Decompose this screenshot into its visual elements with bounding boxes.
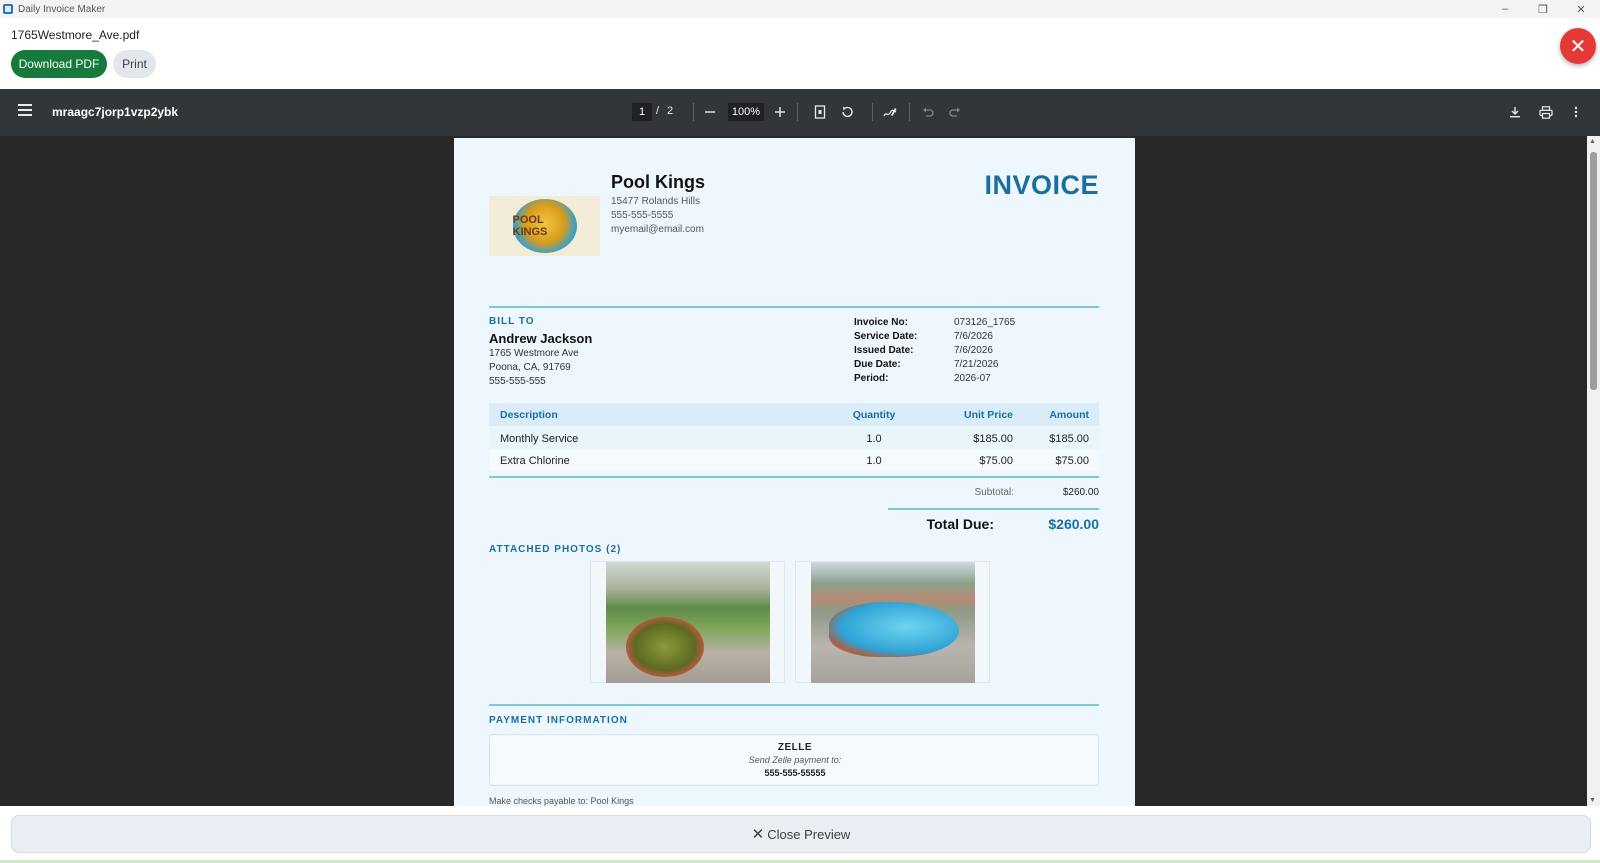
pdf-document-name: mraagc7jorp1vzp2ybk — [52, 105, 179, 119]
invoice-title: INVOICE — [984, 170, 1099, 200]
col-description: Description — [500, 408, 558, 421]
client-address-line1: 1765 Westmore Ave — [489, 348, 579, 359]
app-icon — [3, 4, 13, 14]
business-phone: 555-555-5555 — [611, 210, 674, 221]
scroll-thumb[interactable] — [1590, 152, 1597, 390]
close-icon[interactable]: ✕ — [1560, 28, 1596, 64]
undo-icon[interactable] — [917, 101, 939, 123]
invoice-number-value: 073126_1765 — [954, 317, 1016, 328]
invoice-page: POOL KINGS Pool Kings 15477 Rolands Hill… — [454, 138, 1135, 806]
more-icon[interactable] — [1565, 101, 1587, 123]
payment-info-label: PAYMENT INFORMATION — [489, 715, 628, 726]
pool-photo — [811, 562, 975, 683]
due-date-value: 7/21/2026 — [954, 359, 999, 370]
download-icon[interactable] — [1504, 101, 1526, 123]
line-items-header: Description Quantity Unit Price Amount — [489, 403, 1099, 426]
pool-photo — [606, 562, 770, 683]
issued-date-label: Issued Date: — [854, 345, 914, 356]
payment-number: 555-555-55555 — [764, 768, 826, 778]
scroll-up-icon[interactable]: ▲ — [1589, 138, 1596, 145]
item-quantity: 1.0 — [866, 432, 882, 445]
item-amount: $185.00 — [1049, 432, 1089, 445]
window-close-button[interactable]: ✕ — [1562, 0, 1600, 18]
client-name: Andrew Jackson — [489, 331, 593, 346]
period-label: Period: — [854, 373, 889, 384]
toolbar-divider — [797, 103, 798, 121]
zoom-level-input[interactable]: 100% — [728, 103, 764, 121]
zoom-in-icon[interactable] — [769, 101, 791, 123]
redo-icon[interactable] — [944, 101, 966, 123]
download-pdf-button[interactable]: Download PDF — [11, 50, 107, 78]
service-date-label: Service Date: — [854, 331, 918, 342]
service-date-value: 7/6/2026 — [954, 331, 993, 342]
subtotal-value: $260.00 — [1062, 487, 1099, 498]
photo-frame — [795, 561, 990, 683]
total-divider — [888, 508, 1099, 510]
payment-instructions: Send Zelle payment to: — [748, 755, 842, 765]
business-name: Pool Kings — [611, 172, 705, 192]
restore-button[interactable]: ❐ — [1524, 0, 1562, 18]
page-separator: / — [656, 105, 660, 117]
window-titlebar: Daily Invoice Maker – ❐ ✕ — [0, 0, 1600, 18]
close-preview-label: Close Preview — [767, 826, 851, 842]
client-address-line2: Poona, CA, 91769 — [489, 362, 571, 373]
divider — [489, 306, 1099, 308]
window-controls: – ❐ ✕ — [1486, 0, 1600, 18]
close-preview-button[interactable]: ✕ Close Preview — [11, 815, 1591, 853]
business-logo: POOL KINGS — [489, 196, 600, 256]
table-row: Monthly Service 1.0 $185.00 $185.00 — [489, 428, 1099, 449]
attached-photos-label: ATTACHED PHOTOS (2) — [489, 544, 622, 555]
menu-icon[interactable] — [18, 104, 32, 118]
table-row: Extra Chlorine 1.0 $75.00 $75.00 — [489, 450, 1099, 471]
fit-page-icon[interactable] — [809, 101, 831, 123]
window-title: Daily Invoice Maker — [18, 3, 106, 15]
due-date-label: Due Date: — [854, 359, 901, 370]
toolbar-divider — [872, 103, 873, 121]
pdf-viewer-toolbar: mraagc7jorp1vzp2ybk 1 / 2 100% — [0, 89, 1600, 136]
total-due-value: $260.00 — [1048, 516, 1099, 532]
file-name: 1765Westmore_Ave.pdf — [11, 28, 140, 42]
payment-box: ZELLE Send Zelle payment to: 555-555-555… — [489, 734, 1099, 786]
business-address: 15477 Rolands Hills — [611, 196, 700, 207]
item-quantity: 1.0 — [866, 454, 882, 467]
col-amount: Amount — [1049, 408, 1089, 421]
toolbar-divider — [693, 103, 694, 121]
logo-badge: POOL KINGS — [512, 199, 577, 253]
total-due-label: Total Due: — [926, 516, 994, 532]
payment-method: ZELLE — [777, 742, 813, 753]
annotate-icon[interactable] — [879, 101, 901, 123]
divider — [489, 704, 1099, 706]
photo-frame — [590, 561, 785, 683]
bill-to-label: BILL TO — [489, 316, 535, 327]
item-unit-price: $75.00 — [979, 454, 1013, 467]
scroll-down-icon[interactable]: ▼ — [1589, 797, 1596, 804]
divider — [489, 476, 1099, 478]
minimize-button[interactable]: – — [1486, 0, 1524, 18]
subtotal-label: Subtotal: — [974, 487, 1014, 498]
print-button[interactable]: Print — [113, 50, 156, 78]
total-pages: 2 — [667, 105, 674, 117]
close-icon: ✕ — [751, 826, 765, 843]
checks-payable-note: Make checks payable to: Pool Kings — [489, 796, 634, 806]
zoom-out-icon[interactable] — [699, 101, 721, 123]
item-unit-price: $185.00 — [973, 432, 1013, 445]
col-quantity: Quantity — [852, 408, 896, 421]
item-description: Extra Chlorine — [500, 454, 570, 467]
invoice-number-label: Invoice No: — [854, 317, 908, 328]
col-unit-price: Unit Price — [963, 408, 1013, 421]
print-icon[interactable] — [1535, 101, 1557, 123]
rotate-icon[interactable] — [836, 101, 858, 123]
period-value: 2026-07 — [954, 373, 991, 384]
item-description: Monthly Service — [500, 432, 579, 445]
issued-date-value: 7/6/2026 — [954, 345, 993, 356]
page-number-input[interactable]: 1 — [632, 103, 652, 121]
business-email: myemail@email.com — [611, 224, 704, 235]
viewer-scrollbar[interactable]: ▲ ▼ — [1587, 136, 1600, 806]
client-phone: 555-555-555 — [489, 376, 546, 387]
toolbar-divider — [909, 103, 910, 121]
item-amount: $75.00 — [1055, 454, 1089, 467]
